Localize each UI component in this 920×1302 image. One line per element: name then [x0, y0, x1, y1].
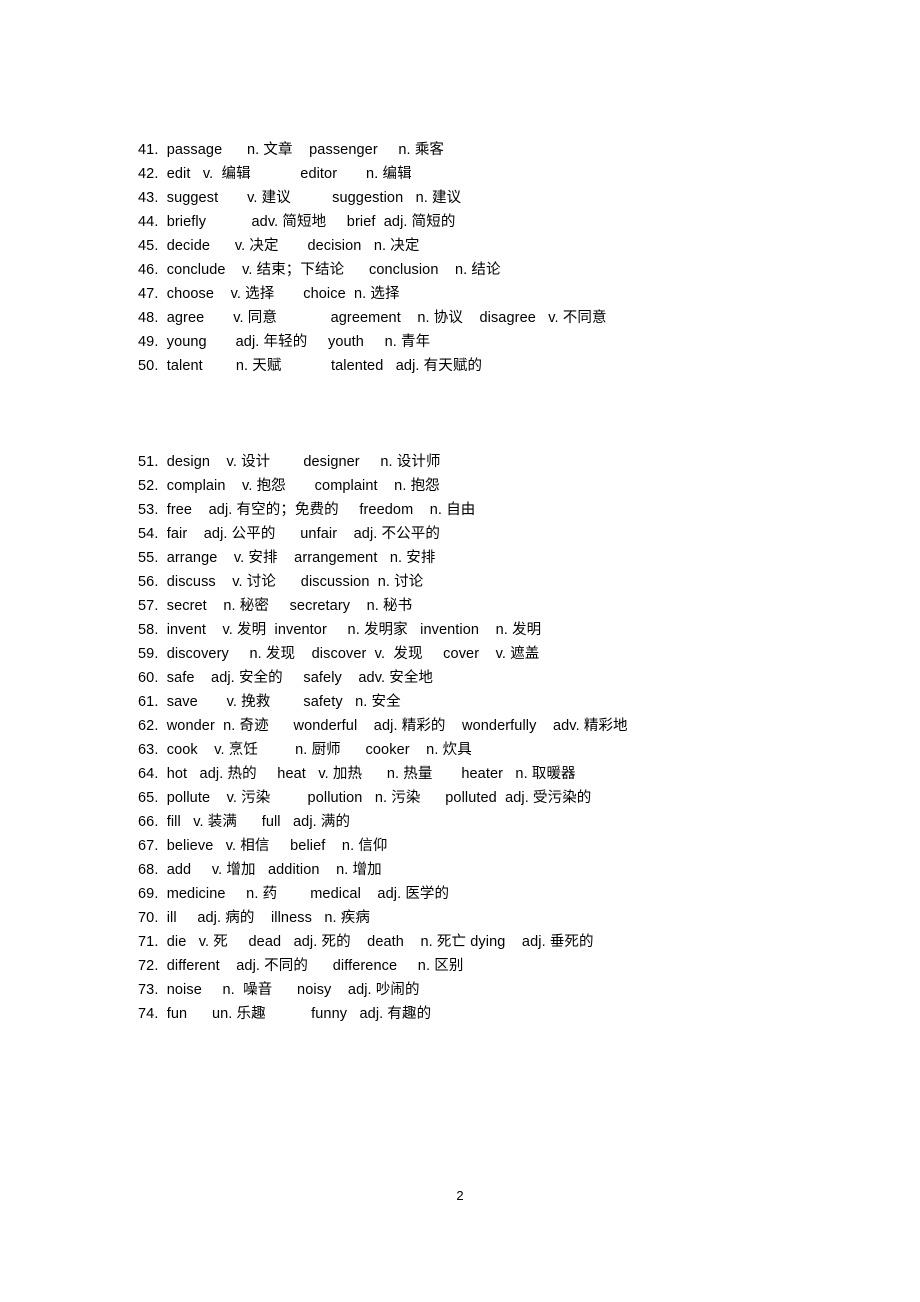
- vocabulary-row: 42. edit v. 编辑 editor n. 编辑: [138, 166, 412, 182]
- block-separator: [138, 378, 838, 450]
- vocabulary-row: 62. wonder n. 奇迹 wonderful adj. 精彩的 wond…: [138, 718, 628, 734]
- vocabulary-row: 65. pollute v. 污染 pollution n. 污染 pollut…: [138, 790, 592, 806]
- vocabulary-content: 41. passage n. 文章 passenger n. 乘客 42. ed…: [138, 138, 838, 1026]
- vocabulary-row: 54. fair adj. 公平的 unfair adj. 不公平的: [138, 526, 440, 542]
- vocabulary-row: 45. decide v. 决定 decision n. 决定: [138, 238, 420, 254]
- vocabulary-row: 44. briefly adv. 简短地 brief adj. 简短的: [138, 214, 456, 230]
- vocabulary-row: 74. fun un. 乐趣 funny adj. 有趣的: [138, 1006, 432, 1022]
- vocabulary-row: 60. safe adj. 安全的 safely adv. 安全地: [138, 670, 434, 686]
- vocabulary-row: 56. discuss v. 讨论 discussion n. 讨论: [138, 574, 424, 590]
- vocabulary-row: 46. conclude v. 结束；下结论 conclusion n. 结论: [138, 262, 501, 278]
- vocabulary-row: 50. talent n. 天赋 talented adj. 有天赋的: [138, 358, 483, 374]
- page-number: 2: [456, 1188, 464, 1203]
- vocabulary-row: 71. die v. 死 dead adj. 死的 death n. 死亡 dy…: [138, 934, 594, 950]
- vocabulary-row: 63. cook v. 烹饪 n. 厨师 cooker n. 炊具: [138, 742, 472, 758]
- vocabulary-row: 61. save v. 挽救 safety n. 安全: [138, 694, 401, 710]
- vocabulary-row: 53. free adj. 有空的；免费的 freedom n. 自由: [138, 502, 476, 518]
- vocabulary-row: 51. design v. 设计 designer n. 设计师: [138, 454, 441, 470]
- vocabulary-row: 64. hot adj. 热的 heat v. 加热 n. 热量 heater …: [138, 766, 576, 782]
- vocabulary-row: 70. ill adj. 病的 illness n. 疾病: [138, 910, 370, 926]
- vocabulary-row: 72. different adj. 不同的 difference n. 区别: [138, 958, 464, 974]
- document-page: 41. passage n. 文章 passenger n. 乘客 42. ed…: [0, 0, 920, 1302]
- vocabulary-row: 73. noise n. 噪音 noisy adj. 吵闹的: [138, 982, 420, 998]
- vocabulary-list-block-2: 51. design v. 设计 designer n. 设计师 52. com…: [138, 450, 838, 1026]
- vocabulary-row: 49. young adj. 年轻的 youth n. 青年: [138, 334, 431, 350]
- vocabulary-row: 58. invent v. 发明 inventor n. 发明家 inventi…: [138, 622, 542, 638]
- vocabulary-row: 57. secret n. 秘密 secretary n. 秘书: [138, 598, 413, 614]
- vocabulary-row: 55. arrange v. 安排 arrangement n. 安排: [138, 550, 436, 566]
- vocabulary-row: 41. passage n. 文章 passenger n. 乘客: [138, 142, 445, 158]
- vocabulary-row: 66. fill v. 装满 full adj. 满的: [138, 814, 351, 830]
- vocabulary-row: 47. choose v. 选择 choice n. 选择: [138, 286, 400, 302]
- vocabulary-row: 68. add v. 增加 addition n. 增加: [138, 862, 382, 878]
- vocabulary-row: 48. agree v. 同意 agreement n. 协议 disagree…: [138, 310, 607, 326]
- vocabulary-row: 52. complain v. 抱怨 complaint n. 抱怨: [138, 478, 440, 494]
- vocabulary-row: 69. medicine n. 药 medical adj. 医学的: [138, 886, 450, 902]
- vocabulary-row: 59. discovery n. 发现 discover v. 发现 cover…: [138, 646, 540, 662]
- vocabulary-row: 43. suggest v. 建议 suggestion n. 建议: [138, 190, 462, 206]
- vocabulary-list-block-1: 41. passage n. 文章 passenger n. 乘客 42. ed…: [138, 138, 838, 378]
- vocabulary-row: 67. believe v. 相信 belief n. 信仰: [138, 838, 388, 854]
